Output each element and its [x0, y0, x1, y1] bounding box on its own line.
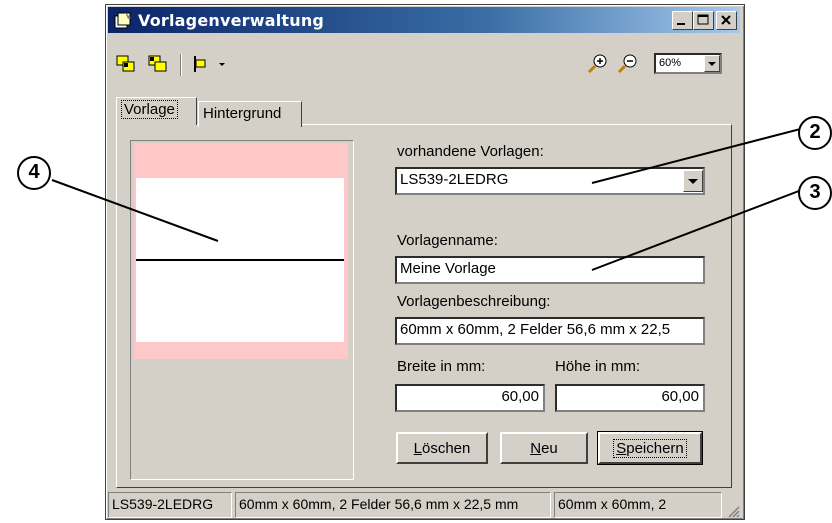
tab-vorlage-label: Vorlage [121, 100, 178, 119]
callout-2: 2 [798, 116, 832, 150]
callout-3: 3 [798, 176, 832, 210]
callout-lines [51, 125, 813, 271]
callout-4: 4 [17, 156, 51, 190]
tab-vorlage[interactable]: Vorlage [116, 97, 197, 125]
